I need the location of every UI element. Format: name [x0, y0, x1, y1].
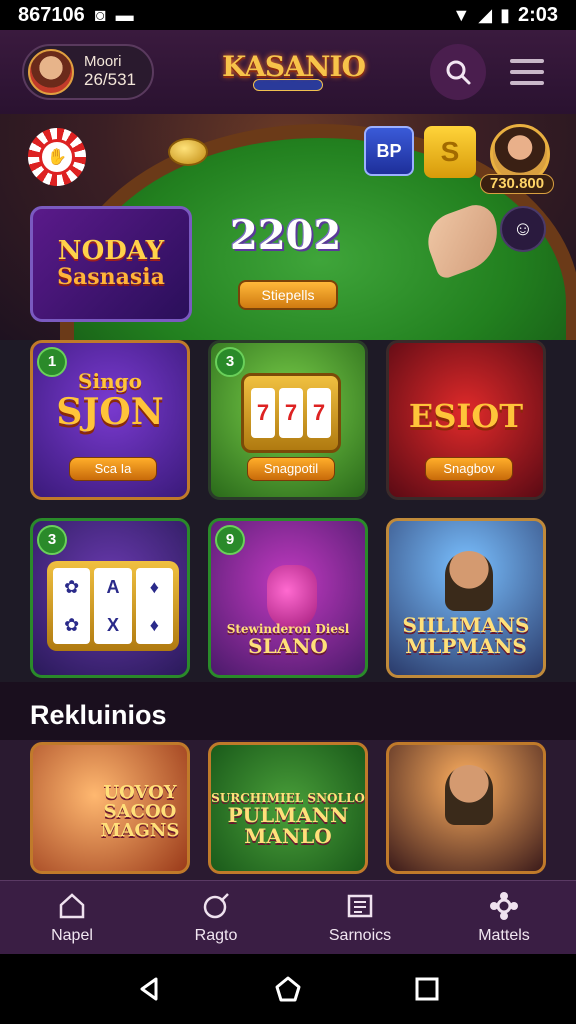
tile-title: ESIOT: [408, 397, 524, 435]
status-time-right: 2:03: [517, 3, 558, 26]
dealer-amount: 730.800: [480, 174, 554, 194]
tile-subtitle: Singo: [78, 369, 142, 393]
game-tile[interactable]: SIILIMANS MLPMANS: [386, 518, 546, 678]
home-icon: [59, 892, 85, 918]
game-tile[interactable]: 3 ✿ ✿ AX ♦ ♦: [30, 518, 190, 678]
app-logo: KASANIO: [222, 50, 366, 100]
character-illustration: [445, 765, 493, 825]
tile-caption-main: PULMANN MANLO: [227, 803, 349, 848]
nav-label: Mattels: [478, 926, 530, 944]
nav-item-home[interactable]: Napel: [0, 881, 144, 954]
tile-caption: SIILIMANS MLPMANS: [402, 613, 530, 658]
s-badge[interactable]: S: [424, 126, 476, 178]
tile-caption: UOVOY SACOO MAGNS: [100, 782, 180, 842]
settings-icon: [490, 891, 518, 920]
tile-caption: Stewinderon Diesl SLANO: [211, 623, 365, 657]
bottom-navigation: Napel Ragto Sarnoics Mattels: [0, 880, 576, 954]
chat-icon: ☺: [512, 217, 534, 240]
slot-machine-illustration: 7 7 7: [241, 373, 341, 453]
slot-reels-illustration: ✿ ✿ AX ♦ ♦: [47, 561, 179, 651]
promo-card[interactable]: NODAY Sasnasia: [30, 206, 192, 322]
tile-button[interactable]: Snagbov: [425, 457, 513, 481]
back-icon[interactable]: [134, 974, 164, 1004]
game-tile[interactable]: UOVOY SACOO MAGNS: [30, 742, 190, 874]
minus-icon: ▬: [115, 4, 134, 25]
reel: 7: [251, 388, 275, 438]
home-circle-icon[interactable]: [273, 974, 303, 1004]
nav-item-ragto[interactable]: Ragto: [144, 881, 288, 954]
wifi-icon: ▼: [452, 4, 471, 25]
potion-illustration: [267, 565, 317, 629]
tile-button[interactable]: Sca Ia: [69, 457, 157, 481]
character-illustration: [445, 551, 493, 611]
search-button[interactable]: [430, 44, 486, 100]
menu-line: [510, 69, 544, 74]
nav-item-mattels[interactable]: Mattels: [432, 881, 576, 954]
menu-line: [510, 59, 544, 64]
game-tile[interactable]: SURCHIMIEL SNOLLO PULMANN MANLO: [208, 742, 368, 874]
hero-button[interactable]: Stiepells: [238, 280, 338, 310]
nav-label: Sarnoics: [328, 926, 392, 944]
search-icon: [446, 60, 471, 85]
promo-title: NODAY: [57, 236, 165, 266]
game-tile[interactable]: 9 Stewinderon Diesl SLANO: [208, 518, 368, 678]
reel: 7: [307, 388, 331, 438]
profile-name: Moori: [84, 53, 122, 71]
poker-chip-icon[interactable]: ✋: [28, 128, 86, 186]
reel: AX: [94, 568, 132, 644]
sparkle-icon: [203, 892, 229, 918]
tile-number: 3: [37, 525, 67, 555]
game-tile[interactable]: ESIOT Snagbov: [386, 340, 546, 500]
bp-badge[interactable]: BP: [364, 126, 414, 176]
battery-icon: ▮: [500, 4, 510, 25]
nav-label: Ragto: [194, 926, 238, 944]
tile-button[interactable]: Snagpotil: [247, 457, 335, 481]
avatar: [28, 49, 74, 95]
tile-number: 9: [215, 525, 245, 555]
promo-subtitle: Sasnasia: [57, 264, 165, 290]
hero-year: 2202: [230, 212, 342, 259]
reel: ✿ ✿: [53, 568, 91, 644]
app-header: Moori 26/531 KASANIO: [0, 30, 576, 114]
chat-button[interactable]: ☺: [500, 206, 546, 252]
recents-icon[interactable]: [412, 974, 442, 1004]
tile-caption: SURCHIMIEL SNOLLO PULMANN MANLO: [211, 792, 365, 847]
notification-icon: ◙: [94, 4, 106, 25]
reel: ♦ ♦: [135, 568, 173, 644]
signal-icon: ◢: [478, 4, 493, 25]
nav-label: Napel: [51, 926, 93, 944]
game-tile[interactable]: 1 Singo SJON Sca Ia: [30, 340, 190, 500]
bottom-games-row: UOVOY SACOO MAGNS SURCHIMIEL SNOLLO PULM…: [0, 740, 576, 880]
system-navigation-bar: [0, 954, 576, 1024]
tile-number: 3: [215, 347, 245, 377]
profile-button[interactable]: Moori 26/531: [22, 44, 154, 100]
game-tile[interactable]: 3 7 7 7 Snagpotil: [208, 340, 368, 500]
reel: 7: [279, 388, 303, 438]
menu-button[interactable]: [504, 50, 550, 94]
section-title: Rekluinios: [30, 700, 167, 730]
document-icon: [347, 894, 373, 917]
hero-banner: ✋ BP S 730.800 NODAY Sasnasia 2202 Stiep…: [0, 114, 576, 340]
profile-balance: 26/531: [84, 69, 136, 89]
menu-line: [510, 80, 544, 85]
nav-item-sarnoics[interactable]: Sarnoics: [288, 881, 432, 954]
tile-caption-main: SLANO: [248, 634, 328, 658]
status-time-left: 867106: [18, 3, 85, 26]
logo-text: KASANIO: [222, 50, 366, 83]
status-bar: 867106 ◙ ▬ ▼ ◢ ▮ 2:03: [0, 0, 576, 30]
tile-title: SJON: [56, 391, 164, 433]
games-grid: 1 Singo SJON Sca Ia 3 7 7 7 Snagpotil ES…: [0, 340, 576, 682]
gold-coin-icon: [168, 138, 208, 166]
game-tile[interactable]: [386, 742, 546, 874]
